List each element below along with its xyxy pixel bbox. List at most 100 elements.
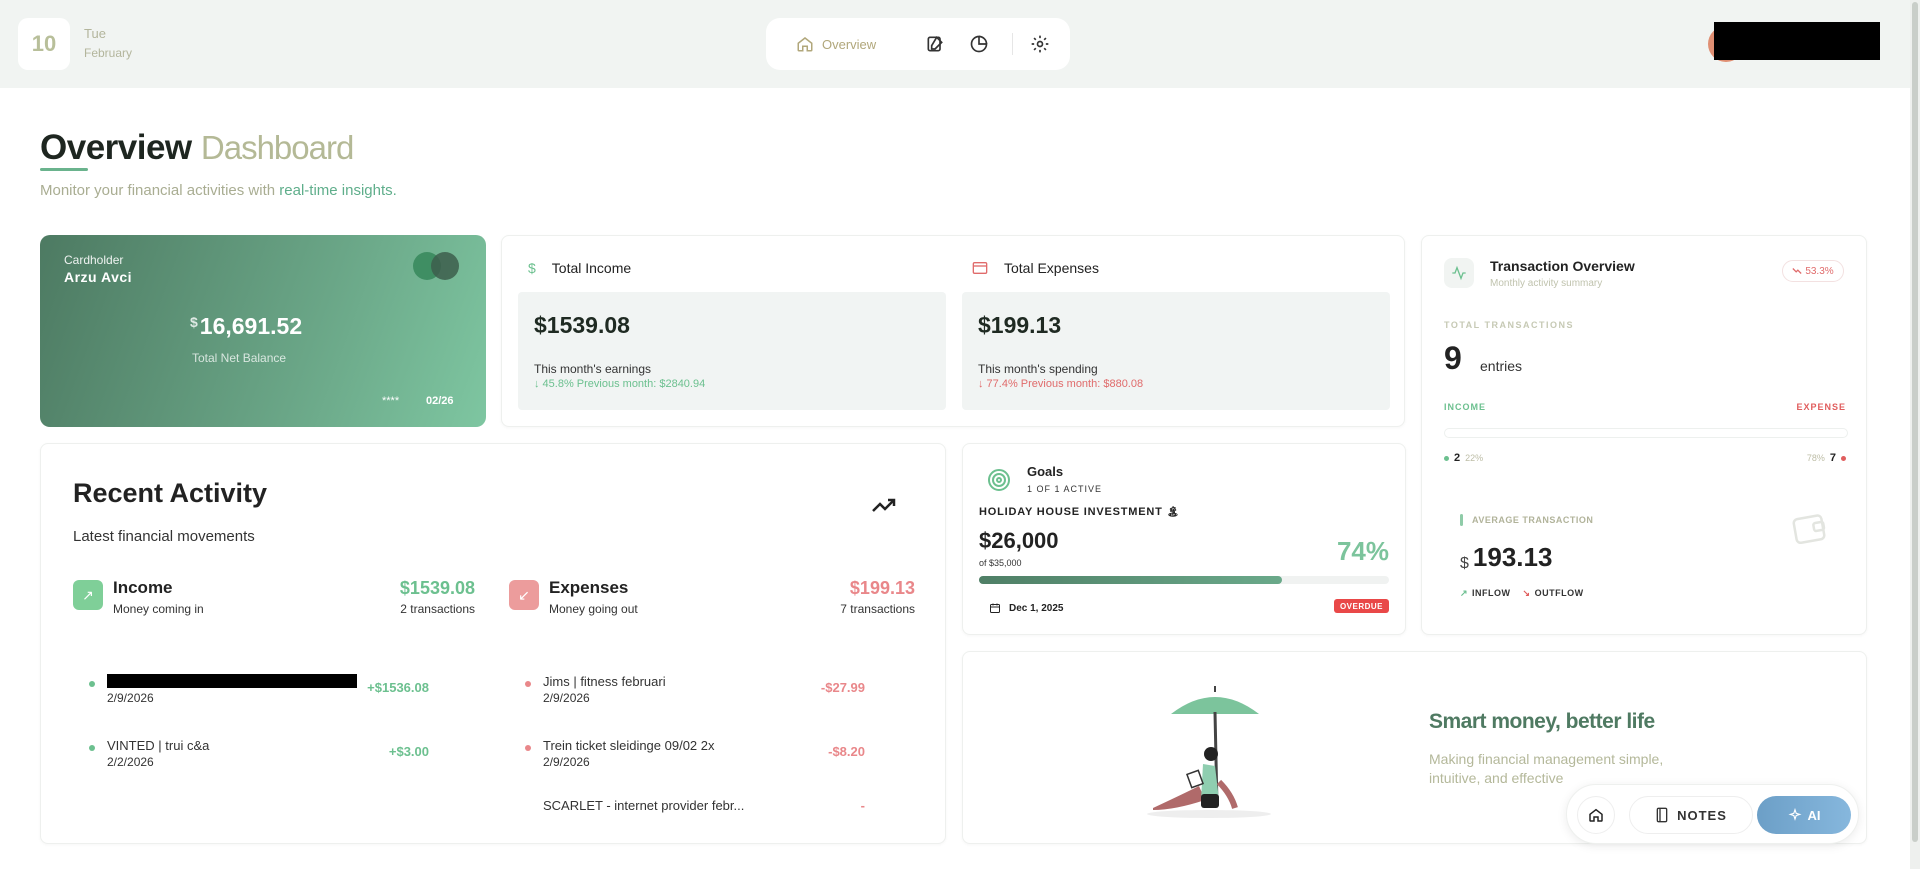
transaction-date: 2/9/2026 [107, 691, 154, 705]
income-dot [1444, 455, 1449, 461]
edit-note-icon [927, 35, 944, 52]
scrollbar-thumb[interactable] [1912, 2, 1918, 842]
tx-overview-title: Transaction Overview [1490, 258, 1635, 274]
nav-settings[interactable] [1029, 33, 1051, 55]
ai-button[interactable]: AI [1757, 796, 1851, 834]
promo-title: Smart money, better life [1429, 710, 1655, 733]
goal-percent: 74% [1336, 536, 1389, 566]
title-underline [40, 168, 88, 171]
expenses-column-header: ↙ Expenses Money going out $199.13 7 tra… [509, 576, 915, 628]
transaction-amount: -$27.99 [820, 680, 865, 695]
page-scrollbar[interactable] [1910, 0, 1920, 869]
arrow-down-left-icon: ↙ [509, 580, 539, 610]
income-pct: 22% [1465, 453, 1484, 463]
page-subtitle: Monitor your financial activities with r… [40, 182, 397, 199]
trend-down-icon [1792, 268, 1802, 274]
income-dot [89, 681, 95, 687]
list-item[interactable]: Trein ticket sleidinge 09/02 2x 2/9/2026… [525, 734, 865, 774]
nav-analytics[interactable] [968, 33, 990, 55]
nav-overview[interactable]: Overview [796, 35, 876, 53]
income-split-count: 2 22% [1444, 452, 1483, 464]
income-expenses-card: $ Total Income $1539.08 This month's ear… [501, 235, 1405, 427]
avg-transaction-value: $193.13 [1460, 542, 1552, 573]
avg-currency: $ [1460, 555, 1469, 572]
goal-target: of $35,000 [979, 558, 1022, 568]
trend-up-icon[interactable] [871, 496, 897, 514]
card-masked-number: **** [382, 395, 400, 407]
dock-home-button[interactable] [1577, 796, 1615, 834]
bottom-dock: NOTES AI [1566, 784, 1859, 844]
user-profile[interactable] [1708, 22, 1880, 62]
page-title-sub: Dashboard [200, 129, 354, 166]
total-transactions-count: 9 [1444, 340, 1462, 376]
page-title: Overview Dashboard [40, 128, 354, 168]
wallet-icon [1792, 514, 1826, 544]
goal-current-value: $26,000 [979, 528, 1059, 553]
nav-edit[interactable] [924, 33, 946, 55]
total-transactions-label: TOTAL TRANSACTIONS [1444, 320, 1574, 330]
expenses-title: Total Expenses [1004, 260, 1099, 276]
flow-legend: ↗ INFLOW ↘ OUTFLOW [1460, 588, 1584, 599]
ai-button-label: AI [1807, 807, 1821, 823]
expenses-column-count: 7 transactions [840, 602, 915, 616]
income-label: This month's earnings [534, 362, 652, 376]
nav-divider [1012, 33, 1014, 55]
nav-overview-label: Overview [822, 36, 877, 52]
goal-name: HOLIDAY HOUSE INVESTMENT 🏝 [979, 506, 1180, 518]
list-item[interactable]: Jims | fitness februari 2/9/2026 -$27.99 [525, 670, 865, 710]
arrow-up-right-icon: ↗ [73, 580, 103, 610]
transaction-date: 2/9/2026 [543, 691, 590, 705]
card-expiry: 02/26 [426, 395, 454, 407]
income-box: $1539.08 This month's earnings ↓ 45.8% P… [518, 292, 946, 410]
total-balance: $16,691.52 [190, 313, 302, 340]
income-count: 2 [1454, 452, 1461, 464]
balance-card: Cardholder Arzu Avci $16,691.52 Total Ne… [40, 235, 486, 427]
dollar-icon: $ [528, 260, 536, 276]
income-column-subtitle: Money coming in [113, 602, 204, 616]
expenses-box: $199.13 This month's spending ↓ 77.4% Pr… [962, 292, 1390, 410]
income-column-header: ↗ Income Money coming in $1539.08 2 tran… [73, 576, 475, 628]
goals-subtitle: 1 OF 1 ACTIVE [1027, 484, 1103, 494]
transaction-name: Trein ticket sleidinge 09/02 2x [543, 738, 715, 753]
tx-change-value: 53.3% [1805, 265, 1834, 277]
cardholder-label: Cardholder [64, 253, 124, 267]
transaction-amount: +$3.00 [388, 744, 429, 759]
gear-icon [1031, 35, 1049, 53]
expense-dot [525, 745, 531, 751]
goal-emoji-icon: 🏝 [1166, 507, 1180, 518]
transaction-amount: -$8.20 [828, 744, 865, 759]
expense-split-label: EXPENSE [1796, 402, 1846, 412]
cardholder-name: Arzu Avci [64, 269, 133, 285]
target-icon [988, 469, 1010, 491]
avg-value: 193.13 [1472, 542, 1553, 572]
page-subtitle-highlight: real-time insights. [279, 182, 397, 199]
expenses-change: ↓ 77.4% Previous month: $880.08 [978, 378, 1144, 390]
avg-accent-bar [1460, 514, 1463, 526]
entries-label: entries [1480, 358, 1523, 374]
list-item[interactable]: 2/9/2026 +$1536.08 [89, 670, 429, 710]
transaction-overview-card: Transaction Overview Monthly activity su… [1421, 235, 1867, 635]
transaction-name: Jims | fitness februari [543, 674, 666, 689]
calendar-icon [990, 603, 1000, 613]
goal-due: Dec 1, 2025 [989, 602, 1064, 614]
income-split-label: INCOME [1444, 402, 1486, 412]
list-item[interactable]: VINTED | trui c&a 2/2/2026 +$3.00 [89, 734, 429, 774]
tx-change-badge: 53.3% [1782, 260, 1844, 282]
page-subtitle-text: Monitor your financial activities with [40, 182, 280, 199]
sparkle-icon [1787, 808, 1802, 821]
card-logo-circle-right [431, 252, 459, 280]
income-expense-split-bar [1444, 428, 1848, 438]
inflow-arrow-icon: ↗ [1460, 588, 1469, 598]
list-item[interactable]: SCARLET - internet provider febr... - [525, 796, 865, 814]
outflow-arrow-icon: ↘ [1522, 588, 1531, 598]
date-badge: 10 [18, 18, 70, 70]
income-column-amount: $1539.08 [399, 578, 475, 598]
redacted-transaction-name [107, 674, 357, 688]
home-icon [1589, 808, 1603, 822]
transaction-date: 2/9/2026 [543, 755, 590, 769]
notes-button-label: NOTES [1677, 807, 1727, 823]
transaction-date: 2/2/2026 [107, 755, 154, 769]
transaction-amount: - [860, 798, 865, 813]
notes-button[interactable]: NOTES [1629, 796, 1753, 834]
inflow-label: INFLOW [1472, 588, 1511, 598]
